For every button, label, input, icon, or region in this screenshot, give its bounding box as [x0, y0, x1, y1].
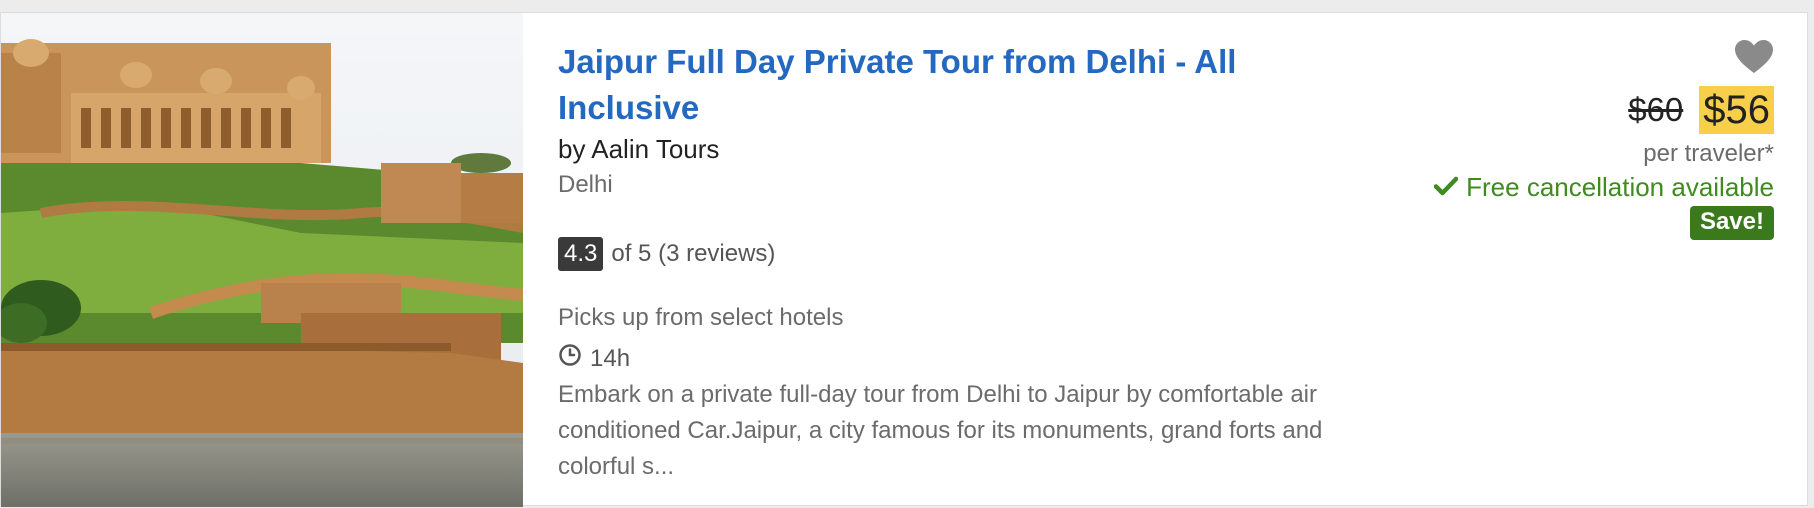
tour-operator: by Aalin Tours [558, 134, 720, 164]
tour-location: Delhi [558, 171, 613, 198]
price-row: $60 $56 [1374, 86, 1774, 134]
rating-row[interactable]: 4.3 of 5 (3 reviews) [558, 237, 1378, 271]
duration-text: 14h [590, 345, 631, 372]
save-badge: Save! [1689, 206, 1774, 240]
price-unit: per traveler* [1643, 140, 1774, 167]
amber-fort-image [1, 13, 523, 507]
tour-listing-card[interactable]: Jaipur Full Day Private Tour from Delhi … [0, 12, 1808, 507]
heart-icon [1735, 40, 1773, 73]
rating-badge: 4.3 [558, 237, 604, 271]
clock-icon [558, 343, 582, 375]
rating-text[interactable]: of 5 (3 reviews) [611, 240, 775, 268]
favorite-button[interactable] [1734, 39, 1774, 80]
tour-photo[interactable] [1, 13, 523, 507]
tour-title-link[interactable]: Jaipur Full Day Private Tour from Delhi … [558, 39, 1378, 131]
pickup-info: Picks up from select hotels [558, 304, 844, 331]
sale-price: $56 [1699, 86, 1774, 134]
checkmark-icon [1433, 170, 1459, 204]
original-price: $60 [1628, 91, 1684, 128]
duration-row: 14h [558, 343, 1378, 375]
cancellation-text: Free cancellation available [1466, 172, 1774, 202]
tour-info: Jaipur Full Day Private Tour from Delhi … [558, 39, 1378, 485]
free-cancellation: Free cancellation available [1374, 170, 1774, 204]
tour-description: Embark on a private full-day tour from D… [558, 381, 1323, 480]
price-panel: $60 $56 per traveler* Free cancellation … [1374, 39, 1774, 240]
